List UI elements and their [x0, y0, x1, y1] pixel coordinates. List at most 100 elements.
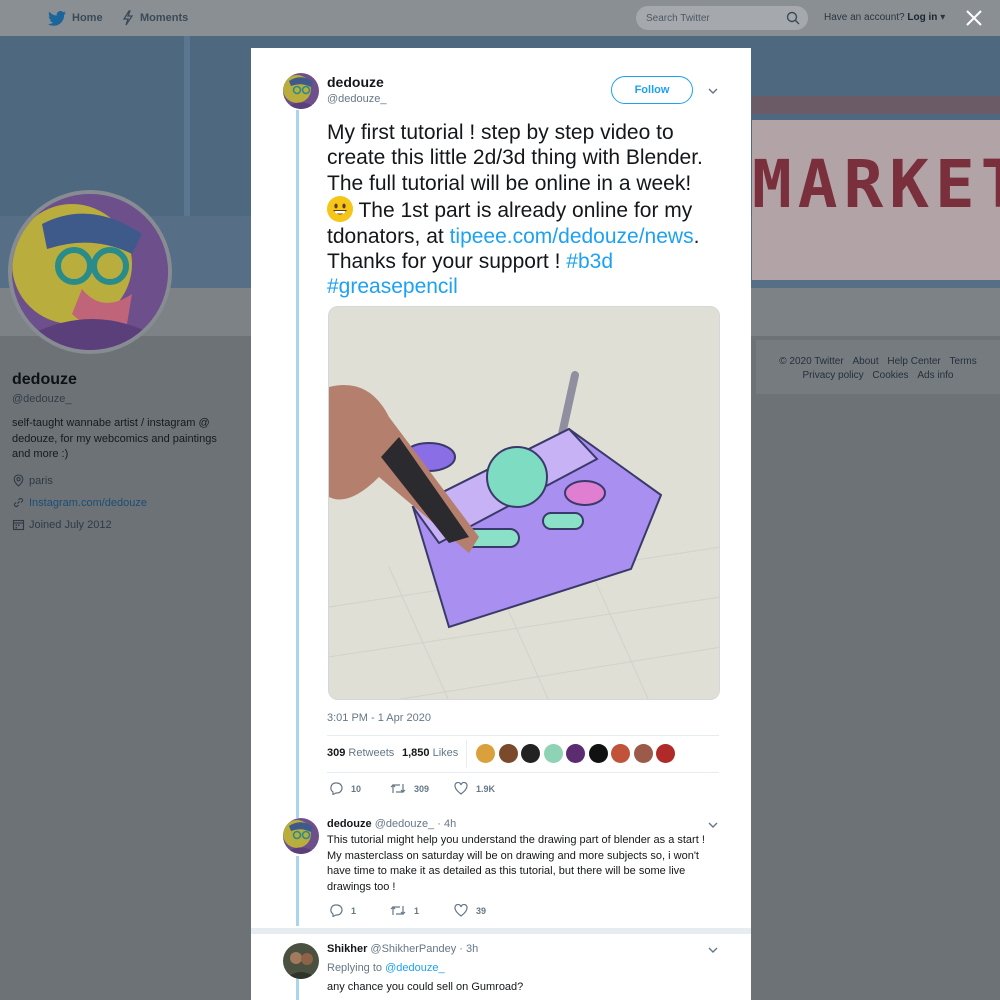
liker-avatar[interactable]: [633, 744, 653, 763]
tweet-author-avatar[interactable]: [283, 73, 319, 109]
footer-links: © 2020 Twitter About Help Center Terms P…: [760, 355, 996, 383]
reply-text: any chance you could sell on Gumroad?: [327, 981, 524, 993]
tweet-media-video[interactable]: [328, 306, 720, 700]
nav-moments[interactable]: Moments: [122, 0, 188, 36]
liker-avatar[interactable]: [566, 744, 585, 763]
liker-avatar[interactable]: [611, 744, 630, 763]
retweets-count: 309: [327, 747, 346, 759]
tweet-timestamp[interactable]: 3:01 PM - 1 Apr 2020: [327, 712, 431, 724]
retweets-label: Retweets: [348, 747, 395, 759]
search-input[interactable]: Search Twitter: [636, 6, 808, 30]
have-account-text: Have an account?: [824, 12, 905, 23]
tweet-link[interactable]: tipeee.com/dedouze/news: [450, 225, 694, 248]
heart-icon: [454, 904, 468, 917]
reply-author-name[interactable]: dedouze: [327, 818, 372, 830]
hashtag-greasepencil[interactable]: #greasepencil: [327, 275, 458, 298]
reply-count: 10: [351, 783, 362, 794]
link-icon: [13, 497, 24, 508]
footer-link-cookies[interactable]: Cookies: [872, 370, 908, 381]
top-nav: Home Moments Search Twitter Have an acco…: [0, 0, 1000, 36]
calendar-icon: [12, 519, 25, 531]
banner-sign-text: MARKET: [752, 146, 1000, 223]
reply-icon: [330, 904, 343, 917]
profile-link[interactable]: Instagram.com/dedouze: [12, 496, 147, 509]
profile-link-text[interactable]: Instagram.com/dedouze: [29, 497, 147, 509]
profile-location: paris: [12, 474, 53, 487]
grinning-face-emoji-icon: [327, 196, 353, 223]
profile-joined: Joined July 2012: [12, 518, 112, 531]
footer-link-privacy[interactable]: Privacy policy: [803, 370, 864, 381]
reply-text: This tutorial might help you understand …: [327, 834, 705, 893]
liker-avatar[interactable]: [588, 744, 608, 763]
reply-author-avatar[interactable]: [283, 943, 319, 979]
location-pin-icon: [13, 474, 24, 487]
chevron-down-icon[interactable]: [707, 944, 719, 956]
reply-count: 1: [351, 905, 357, 916]
follow-button[interactable]: Follow: [611, 76, 693, 104]
liker-avatar[interactable]: [498, 744, 518, 763]
profile-handle: @dedouze_: [12, 393, 72, 405]
tweet-author-name[interactable]: dedouze: [327, 74, 384, 90]
nav-home[interactable]: Home: [48, 0, 103, 36]
reply-icon: [330, 782, 343, 795]
banner-awning: [752, 96, 1000, 114]
divider: [466, 740, 467, 768]
tweet-text: My first tutorial ! step by step video t…: [327, 120, 727, 300]
retweets-stat[interactable]: 309 Retweets: [327, 747, 394, 759]
reply-header: Shikher @ShikherPandey · 3h: [327, 943, 478, 955]
chevron-down-icon[interactable]: [707, 819, 719, 831]
footer-link-ads-info[interactable]: Ads info: [917, 370, 953, 381]
nav-home-label: Home: [72, 12, 103, 24]
nav-moments-label: Moments: [140, 12, 189, 24]
joined-text: Joined July 2012: [29, 518, 112, 531]
reply-time[interactable]: · 4h: [437, 818, 456, 830]
reply-author-name[interactable]: Shikher: [327, 943, 367, 955]
chevron-down-icon[interactable]: [707, 85, 719, 97]
footer-link-about[interactable]: About: [852, 356, 878, 367]
location-text: paris: [29, 474, 53, 487]
tweet-author-handle[interactable]: @dedouze_: [327, 93, 387, 105]
login-area[interactable]: Have an account? Log in ▾: [824, 12, 945, 23]
thread-line: [296, 978, 299, 1000]
twitter-bird-icon: [48, 10, 66, 26]
reply-action[interactable]: 10: [329, 782, 361, 795]
search-icon[interactable]: [786, 11, 800, 25]
lightning-icon: [122, 10, 134, 26]
liker-avatar[interactable]: [656, 744, 675, 763]
like-action[interactable]: 39: [454, 904, 486, 917]
divider: [327, 772, 719, 773]
liker-avatar[interactable]: [543, 744, 563, 763]
replying-to: Replying to @dedouze_: [327, 962, 445, 974]
divider: [327, 735, 719, 736]
likes-stat[interactable]: 1,850 Likes: [402, 747, 458, 759]
reply-time[interactable]: · 3h: [459, 943, 478, 955]
avatar-illustration: [283, 73, 319, 109]
tweet-text-part: My first tutorial ! step by step video t…: [327, 121, 703, 195]
reply-action[interactable]: 1: [329, 904, 356, 917]
footer-link-help-center[interactable]: Help Center: [887, 356, 940, 367]
thread-line: [296, 110, 299, 818]
reply-author-avatar[interactable]: [283, 818, 319, 854]
retweet-count: 309: [414, 783, 430, 794]
reply-header: dedouze @dedouze_ · 4h: [327, 818, 456, 830]
like-action[interactable]: 1.9K: [454, 782, 495, 795]
avatar-photo: [283, 943, 319, 979]
close-icon[interactable]: [964, 8, 984, 28]
replying-handle[interactable]: @dedouze_: [385, 962, 445, 974]
likes-label: Likes: [432, 747, 459, 759]
profile-avatar[interactable]: [8, 190, 172, 354]
retweet-icon: [390, 784, 406, 793]
liker-avatar[interactable]: [521, 744, 540, 763]
liker-avatar[interactable]: [476, 744, 495, 763]
hashtag-b3d[interactable]: #b3d: [566, 250, 613, 273]
reply-author-handle[interactable]: @ShikherPandey: [370, 943, 456, 955]
retweet-action[interactable]: 1: [390, 904, 419, 917]
footer-link-terms[interactable]: Terms: [950, 356, 977, 367]
reply-author-handle[interactable]: @dedouze_: [375, 818, 435, 830]
likes-count: 1,850: [402, 747, 430, 759]
retweet-action[interactable]: 309: [390, 782, 429, 795]
footer-copyright: © 2020 Twitter: [779, 356, 844, 367]
profile-name[interactable]: dedouze: [12, 371, 77, 389]
login-link[interactable]: Log in: [907, 12, 937, 23]
like-count: 39: [476, 905, 487, 916]
